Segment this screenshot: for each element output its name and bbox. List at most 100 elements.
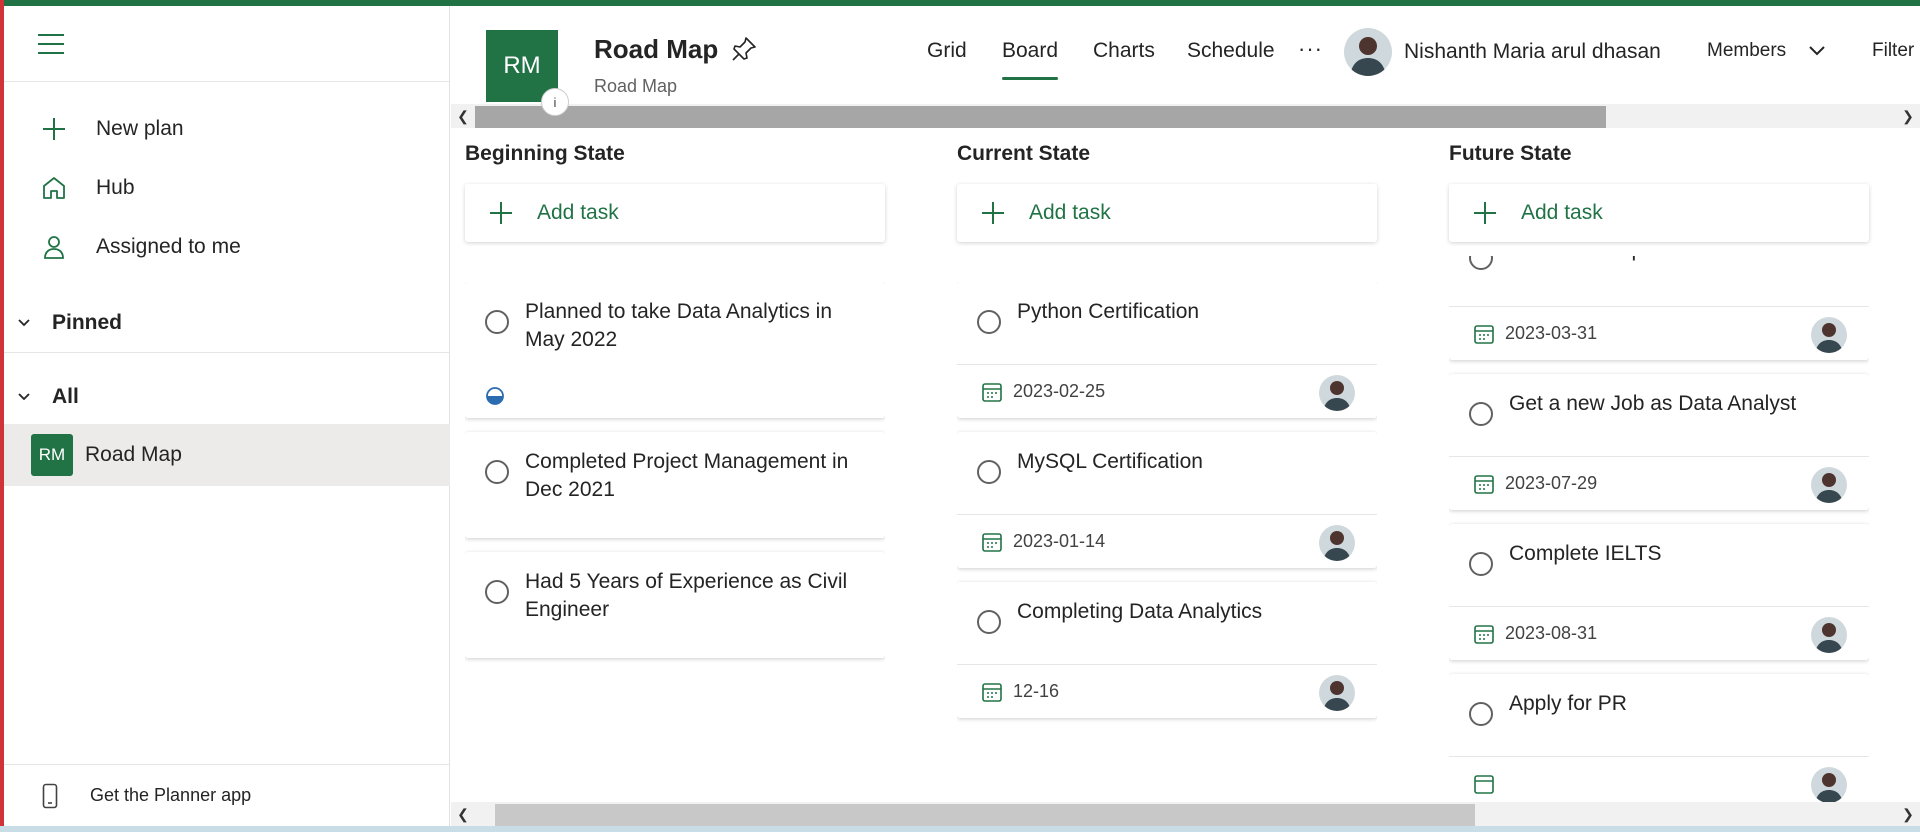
plus-icon	[982, 202, 1004, 224]
task-card[interactable]: Planned to take Data Analytics in May 20…	[465, 282, 885, 418]
task-footer	[1449, 756, 1869, 802]
nav-hub[interactable]: Hub	[4, 162, 450, 214]
complete-task-checkbox[interactable]	[977, 310, 1001, 334]
task-title: Planned to take Data Analytics in May 20…	[525, 300, 833, 351]
add-task-button[interactable]: Add task	[957, 184, 1377, 242]
tab-schedule[interactable]: Schedule	[1187, 39, 1275, 63]
add-task-button[interactable]: Add task	[465, 184, 885, 242]
complete-task-checkbox[interactable]	[485, 460, 509, 484]
bucket-title[interactable]: Beginning State	[465, 142, 625, 166]
bucket-beginning-state: Beginning State Add task Planned to take…	[451, 130, 885, 802]
task-title: Python Certification	[1017, 300, 1200, 323]
task-card[interactable]: Completing Data Analytics 12-16	[957, 582, 1377, 718]
calendar-icon	[1474, 774, 1494, 794]
complete-task-checkbox[interactable]	[1469, 552, 1493, 576]
chevron-down-icon	[14, 318, 34, 328]
due-date: 2023-03-31	[1505, 323, 1598, 343]
nav-new-plan[interactable]: New plan	[4, 103, 450, 155]
task-card[interactable]: Complete IELTS 2023-08-31	[1449, 524, 1869, 660]
scroll-right-icon[interactable]: ❯	[1896, 104, 1920, 128]
complete-task-checkbox[interactable]	[1469, 702, 1493, 726]
avatar[interactable]	[1811, 767, 1847, 802]
avatar[interactable]	[1319, 375, 1355, 411]
task-footer: 12-16	[957, 664, 1377, 718]
chevron-down-icon	[14, 392, 34, 402]
calendar-icon	[982, 532, 1002, 552]
nav-assigned-to-me[interactable]: Assigned to me	[4, 221, 450, 273]
avatar[interactable]	[1344, 28, 1392, 76]
due-date: 2023-01-14	[1013, 531, 1106, 551]
task-title: Interview Preparation	[1509, 256, 1849, 264]
avatar[interactable]	[1811, 617, 1847, 653]
bucket-current-state: Current State Add task Python Certificat…	[943, 130, 1377, 802]
pin-icon[interactable]	[729, 34, 759, 64]
plus-icon	[490, 202, 512, 224]
plan-subtitle: Road Map	[594, 76, 678, 96]
add-task-button[interactable]: Add task	[1449, 184, 1869, 242]
bottom-horizontal-scrollbar[interactable]: ❮ ❯	[451, 802, 1920, 826]
task-title: Completed Project Management in Dec 2021	[525, 450, 849, 501]
filter-button[interactable]: Filter	[1872, 40, 1914, 62]
task-footer: 2023-08-31	[1449, 606, 1869, 660]
plus-icon	[38, 113, 70, 145]
tab-board[interactable]: Board	[1002, 39, 1059, 80]
task-card[interactable]: MySQL Certification 2023-01-14	[957, 432, 1377, 568]
complete-task-checkbox[interactable]	[1469, 402, 1493, 426]
pinned-section-header[interactable]: Pinned	[4, 299, 450, 347]
get-planner-app-link[interactable]: Get the Planner app	[4, 764, 450, 826]
nav-assigned-label: Assigned to me	[96, 235, 241, 258]
scroll-right-icon[interactable]: ❯	[1896, 802, 1920, 826]
task-card[interactable]: Completed Project Management in Dec 2021	[465, 432, 885, 538]
task-title: Complete IELTS	[1509, 542, 1662, 565]
plan-label: Road Map	[85, 443, 182, 466]
all-section-header[interactable]: All	[4, 373, 450, 421]
info-icon[interactable]: i	[541, 88, 569, 116]
task-card[interactable]: Had 5 Years of Experience as Civil Engin…	[465, 552, 885, 658]
user-name: Nishanth Maria arul dhasan	[1404, 40, 1661, 63]
avatar[interactable]	[1319, 525, 1355, 561]
plus-icon	[1474, 202, 1496, 224]
bucket-title[interactable]: Current State	[957, 142, 1090, 166]
complete-task-checkbox[interactable]	[485, 310, 509, 334]
get-app-label: Get the Planner app	[90, 785, 252, 805]
top-horizontal-scrollbar[interactable]: ❮ ❯	[451, 104, 1920, 128]
scrollbar-thumb[interactable]	[475, 106, 1606, 128]
avatar[interactable]	[1319, 675, 1355, 711]
home-icon	[38, 172, 70, 204]
sidebar-plan-road-map[interactable]: RM Road Map	[4, 424, 450, 486]
calendar-icon	[1474, 474, 1494, 494]
task-title: Get a new Job as Data Analyst	[1509, 392, 1797, 415]
bucket-title[interactable]: Future State	[1449, 142, 1572, 166]
window-left-border	[0, 0, 4, 832]
more-options-icon[interactable]: ···	[1298, 36, 1323, 62]
task-footer: 2023-03-31	[1449, 306, 1869, 360]
task-card[interactable]: Apply for PR	[1449, 674, 1869, 802]
complete-task-checkbox[interactable]	[977, 460, 1001, 484]
avatar[interactable]	[1811, 467, 1847, 503]
plan-badge: RM	[31, 434, 73, 476]
task-list: Interview Preparation 2023-03-31 Get a n…	[1449, 256, 1869, 802]
plan-header: RM i Road Map Road Map Grid Board Charts…	[451, 6, 1920, 116]
task-card[interactable]: Interview Preparation 2023-03-31	[1449, 256, 1869, 360]
board-view: Beginning State Add task Planned to take…	[451, 130, 1920, 802]
nav-hub-label: Hub	[96, 176, 135, 199]
chevron-down-icon[interactable]	[1807, 44, 1827, 63]
scroll-left-icon[interactable]: ❮	[451, 104, 475, 128]
task-title: MySQL Certification	[1017, 450, 1203, 473]
task-card[interactable]: Get a new Job as Data Analyst 2023-07-29	[1449, 374, 1869, 510]
plan-title: Road Map	[594, 34, 719, 64]
avatar[interactable]	[1811, 317, 1847, 353]
task-card[interactable]: Python Certification 2023-02-25	[957, 282, 1377, 418]
complete-task-checkbox[interactable]	[1469, 256, 1493, 270]
left-navigation-pane: New plan Hub Assigned to me Pinned All R…	[4, 6, 450, 826]
complete-task-checkbox[interactable]	[485, 580, 509, 604]
tab-charts[interactable]: Charts	[1093, 39, 1155, 63]
scrollbar-thumb[interactable]	[495, 804, 1475, 826]
complete-task-checkbox[interactable]	[977, 610, 1001, 634]
pinned-label: Pinned	[52, 311, 123, 334]
members-dropdown[interactable]: Members	[1707, 40, 1786, 62]
due-date: 12-16	[1013, 681, 1060, 701]
hamburger-menu-icon[interactable]	[38, 34, 64, 56]
tab-grid[interactable]: Grid	[927, 39, 967, 63]
scroll-left-icon[interactable]: ❮	[451, 802, 475, 826]
